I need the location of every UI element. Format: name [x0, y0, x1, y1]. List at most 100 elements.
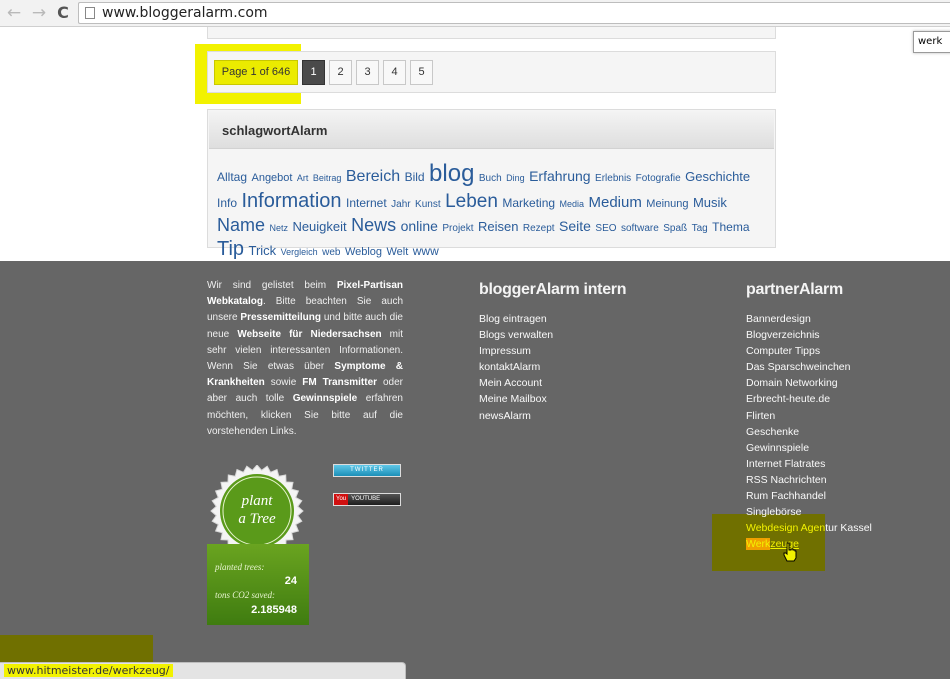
co2-value: 2.185948: [251, 604, 297, 616]
tag-link[interactable]: Ding: [506, 173, 525, 183]
intern-link[interactable]: Blog eintragen: [479, 311, 553, 327]
tag-link[interactable]: Erlebnis: [595, 173, 631, 184]
tag-link[interactable]: Spaß: [663, 223, 687, 234]
tag-link[interactable]: Thema: [712, 220, 749, 234]
twitter-badge[interactable]: TWITTER: [333, 464, 401, 477]
partner-link[interactable]: Flirten: [746, 408, 850, 424]
tag-link[interactable]: Name: [217, 215, 265, 235]
intern-link-list: Blog eintragen Blogs verwalten Impressum ko…: [479, 311, 553, 424]
tag-link[interactable]: Marketing: [502, 196, 555, 210]
tag-link[interactable]: Tag: [692, 223, 708, 234]
intern-link[interactable]: Blogs verwalten: [479, 327, 553, 343]
tag-link[interactable]: Bereich: [346, 168, 400, 185]
seal-text-line2: a Tree: [238, 511, 276, 527]
tag-link[interactable]: Welt: [387, 246, 409, 258]
tag-link[interactable]: Medium: [588, 194, 641, 211]
partner-link[interactable]: Computer Tipps: [746, 343, 850, 359]
tag-link[interactable]: online: [401, 218, 438, 234]
tag-link[interactable]: Rezept: [523, 223, 555, 234]
youtube-badge-label: YOUTUBE: [351, 496, 381, 502]
tag-link[interactable]: web: [322, 247, 340, 258]
tag-link[interactable]: Meinung: [646, 198, 688, 210]
page-button-5[interactable]: 5: [410, 60, 433, 85]
tree-counter: planted trees: 24 tons CO2 saved: 2.1859…: [207, 544, 309, 625]
link-fm-transmitter[interactable]: FM Transmitter: [302, 377, 377, 388]
intern-link[interactable]: kontaktAlarm: [479, 359, 553, 375]
youtube-badge[interactable]: You YOUTUBE: [333, 493, 401, 506]
tag-link[interactable]: Jahr: [391, 199, 410, 210]
intern-link[interactable]: newsAlarm: [479, 408, 553, 424]
tag-link[interactable]: Media: [560, 199, 585, 209]
tag-link[interactable]: Projekt: [442, 223, 473, 234]
tag-link[interactable]: www: [413, 244, 439, 258]
page-button-3[interactable]: 3: [356, 60, 379, 85]
link-gewinnspiele[interactable]: Gewinnspiele: [293, 393, 357, 404]
link-pressemitteilung[interactable]: Pressemitteilung: [240, 312, 321, 323]
partner-link-webdesign-match: Webdesign Agen: [746, 522, 826, 534]
co2-label: tons CO2 saved:: [215, 590, 275, 600]
tag-link[interactable]: Fotografie: [636, 173, 681, 184]
intern-link[interactable]: Impressum: [479, 343, 553, 359]
partner-link[interactable]: RSS Nachrichten: [746, 472, 850, 488]
intern-link[interactable]: Mein Account: [479, 375, 553, 391]
tag-link[interactable]: News: [351, 215, 396, 235]
forward-arrow-icon[interactable]: →: [29, 3, 49, 23]
tag-link[interactable]: Information: [241, 190, 341, 212]
partner-link[interactable]: Internet Flatrates: [746, 456, 850, 472]
partner-link[interactable]: Domain Networking: [746, 375, 850, 391]
tag-link[interactable]: Info: [217, 196, 237, 210]
about-text-part: sowie: [264, 377, 303, 389]
tag-link[interactable]: Beitrag: [313, 173, 342, 183]
tag-link[interactable]: Buch: [479, 173, 502, 184]
partner-link[interactable]: Erbrecht-heute.de: [746, 391, 850, 407]
tag-link[interactable]: Seite: [559, 218, 591, 234]
tag-link[interactable]: Art: [297, 173, 309, 183]
partner-link[interactable]: Blogverzeichnis: [746, 327, 850, 343]
page-button-1[interactable]: 1: [302, 60, 325, 85]
partner-link-werkzeuge[interactable]: Werkzeuge: [746, 536, 872, 552]
find-in-page-input[interactable]: werk: [913, 31, 950, 53]
tag-link[interactable]: Leben: [445, 191, 498, 212]
tag-link[interactable]: Vergleich: [281, 247, 318, 257]
tag-link[interactable]: SEO: [595, 223, 616, 234]
tag-link[interactable]: Erfahrung: [529, 168, 590, 184]
tag-link[interactable]: Alltag: [217, 170, 247, 184]
reload-icon[interactable]: C: [53, 3, 73, 23]
tag-link[interactable]: Netz: [269, 223, 288, 233]
partner-link[interactable]: Gewinnspiele: [746, 440, 850, 456]
tag-link[interactable]: Geschichte: [685, 169, 750, 184]
partner-link-werkzeuge-match: Werk: [746, 538, 771, 551]
page-button-4[interactable]: 4: [383, 60, 406, 85]
browser-toolbar: ← → C www.bloggeralarm.com: [0, 0, 950, 27]
address-bar[interactable]: www.bloggeralarm.com: [78, 2, 950, 24]
tag-link[interactable]: Musik: [693, 195, 727, 210]
about-text-part: Wir sind gelistet beim: [207, 280, 337, 291]
partner-link[interactable]: Das Sparschweinchen: [746, 359, 850, 375]
tag-link[interactable]: Trick: [249, 243, 277, 258]
tag-link[interactable]: Angebot: [251, 172, 292, 184]
partner-link-webdesign-rest: tur Kassel: [825, 522, 872, 534]
tag-link[interactable]: Internet: [346, 196, 387, 210]
tag-link[interactable]: Kunst: [415, 199, 441, 210]
back-arrow-icon[interactable]: ←: [4, 3, 24, 23]
tag-link[interactable]: Reisen: [478, 219, 518, 234]
tag-link[interactable]: software: [621, 223, 659, 234]
tag-link[interactable]: Weblog: [345, 246, 382, 258]
partner-link-list: Bannerdesign Blogverzeichnis Computer Tipp…: [746, 311, 850, 520]
link-niedersachsen[interactable]: Webseite für Niedersachsen: [237, 329, 381, 340]
intern-link[interactable]: Meine Mailbox: [479, 391, 553, 407]
partner-link[interactable]: Rum Fachhandel: [746, 488, 850, 504]
tag-link[interactable]: Tip: [217, 238, 244, 260]
partner-link-webdesign[interactable]: Webdesign Agentur Kassel: [746, 520, 872, 536]
tag-link[interactable]: Neuigkeit: [292, 219, 346, 234]
partner-link[interactable]: Geschenke: [746, 424, 850, 440]
previous-panel-bottom: [207, 27, 776, 39]
page-button-2[interactable]: 2: [329, 60, 352, 85]
partner-link[interactable]: Bannerdesign: [746, 311, 850, 327]
tag-cloud: Alltag Angebot Art Beitrag Bereich Bild …: [217, 159, 767, 262]
partner-link[interactable]: Singlebörse: [746, 504, 850, 520]
tag-link[interactable]: blog: [429, 160, 474, 187]
tag-link[interactable]: Bild: [405, 170, 425, 184]
youtube-logo-icon: You: [334, 494, 349, 505]
intern-column-title: bloggerAlarm intern: [479, 281, 627, 298]
